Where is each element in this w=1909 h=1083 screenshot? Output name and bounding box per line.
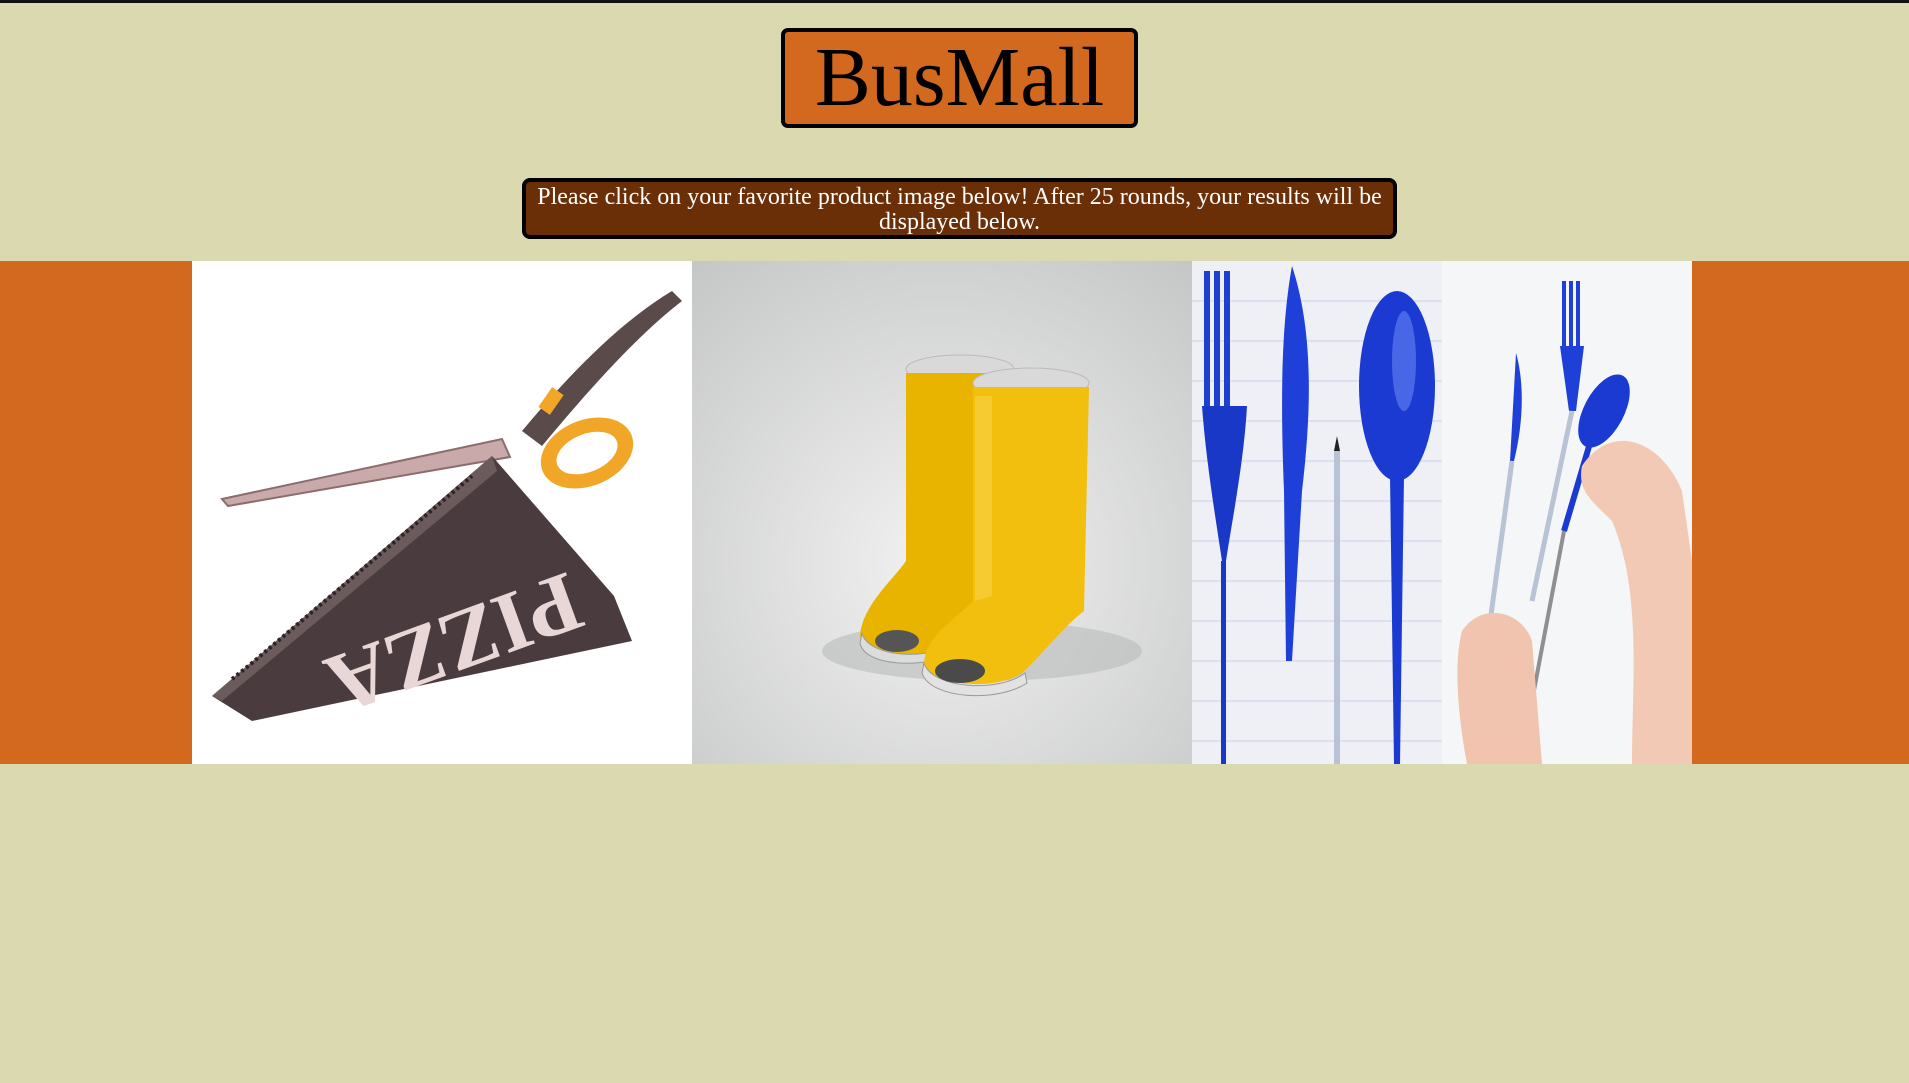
page: BusMall Please click on your favorite pr…: [0, 0, 1909, 1083]
page-title: BusMall: [781, 28, 1138, 128]
pen-utensils-icon: [1192, 261, 1692, 764]
product-image-pizza-scissors[interactable]: PIZZA: [192, 261, 692, 764]
pizza-scissors-icon: PIZZA: [192, 261, 692, 764]
product-image-rain-boots[interactable]: [692, 261, 1192, 764]
rain-boots-icon: [692, 261, 1192, 764]
product-image-pen-utensils[interactable]: [1192, 261, 1692, 764]
product-images: PIZZA: [192, 261, 1692, 764]
instructions-text: Please click on your favorite product im…: [522, 178, 1397, 239]
product-band: PIZZA: [0, 261, 1909, 764]
